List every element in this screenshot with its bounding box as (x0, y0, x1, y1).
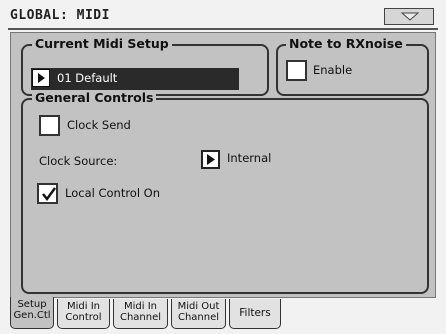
tab-label-line2: Channel (119, 311, 162, 323)
tab-label-line1: Midi In (124, 301, 157, 312)
clock-send-checkbox[interactable] (39, 115, 60, 136)
tab-label: Filters (239, 307, 271, 319)
global-midi-screen: GLOBAL: MIDI Current Midi Setup 01 Defau… (0, 0, 446, 334)
triangle-right-icon[interactable] (32, 69, 50, 87)
page-menu-button[interactable] (384, 8, 434, 25)
note-to-rxnoise-legend: Note to RXnoise (286, 36, 406, 51)
tab-midi-in-channel[interactable]: Midi In Channel (113, 299, 168, 329)
triangle-down-icon (400, 12, 420, 21)
enable-label: Enable (313, 63, 353, 77)
midi-setup-value: 01 Default (57, 71, 118, 85)
clock-source-arrow-button[interactable] (201, 150, 220, 169)
tab-label-line1: Setup (17, 299, 47, 310)
triangle-right-icon (207, 154, 215, 165)
general-controls-legend: General Controls (32, 90, 157, 105)
clock-source-label: Clock Source: (39, 154, 118, 168)
midi-setup-selector[interactable]: 01 Default (31, 68, 239, 90)
main-panel: Current Midi Setup 01 Default Note to RX… (10, 32, 436, 298)
current-midi-setup-group: Current Midi Setup 01 Default (21, 36, 269, 96)
tab-label-line2: Gen.Ctl (13, 309, 51, 321)
checkmark-icon (42, 187, 56, 201)
tab-setup-genctl[interactable]: Setup Gen.Ctl (10, 297, 54, 329)
enable-checkbox[interactable] (286, 60, 307, 81)
tab-label-line1: Midi In (67, 301, 100, 312)
tab-label-line1: Midi Out (177, 301, 220, 312)
current-midi-setup-legend: Current Midi Setup (32, 36, 172, 51)
local-control-checkbox[interactable] (37, 183, 58, 204)
clock-send-label: Clock Send (67, 118, 131, 132)
tab-midi-out-channel[interactable]: Midi Out Channel (171, 299, 226, 329)
tab-midi-in-control[interactable]: Midi In Control (57, 299, 110, 329)
tab-label-line2: Control (65, 311, 102, 323)
clock-source-value[interactable]: Internal (227, 151, 271, 165)
tab-label-line2: Channel (177, 311, 220, 323)
note-to-rxnoise-group: Note to RXnoise Enable (276, 36, 429, 96)
title-divider (8, 28, 438, 30)
tab-filters[interactable]: Filters (229, 299, 281, 329)
page-title: GLOBAL: MIDI (10, 8, 110, 23)
local-control-label: Local Control On (65, 186, 161, 200)
